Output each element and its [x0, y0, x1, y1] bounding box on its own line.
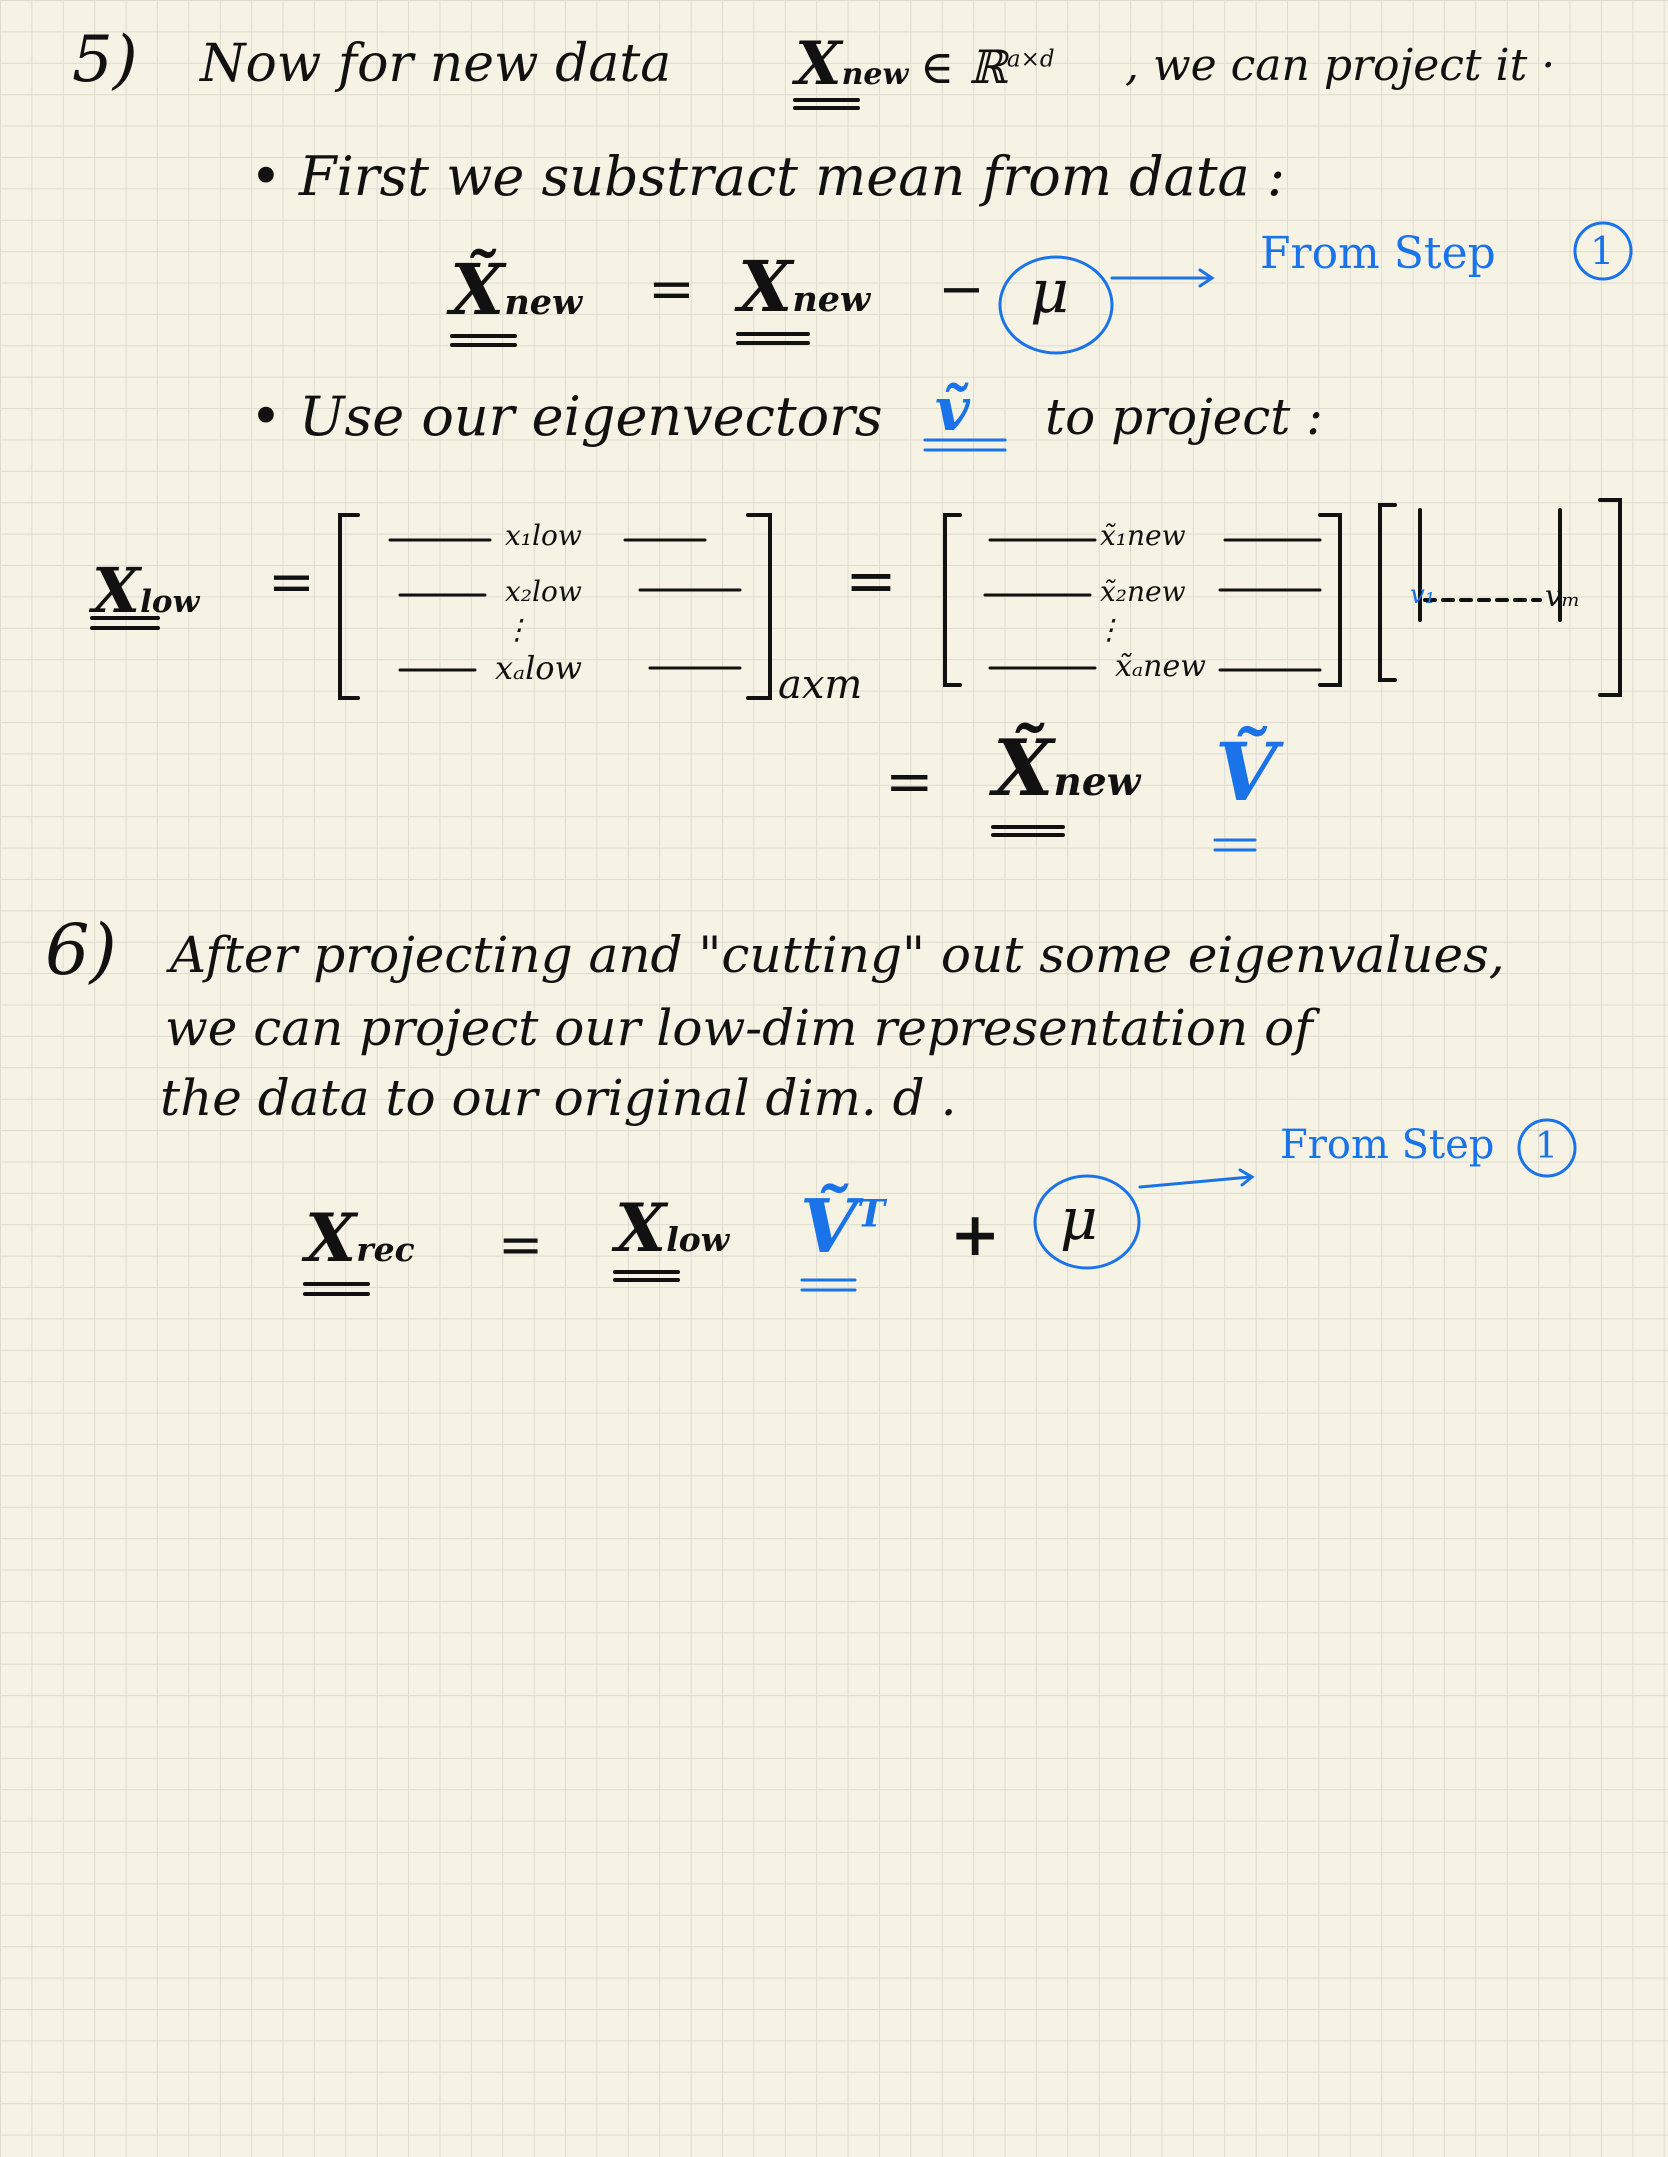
x-low-rhs: Xlow: [615, 1195, 729, 1261]
x-low-symbol: Xlow: [92, 560, 199, 622]
equals-sign-3: =: [845, 544, 897, 617]
dimension-superscript: a×d: [1006, 46, 1055, 73]
x-low-letter: X: [92, 554, 141, 627]
x-new-letter: X: [795, 29, 842, 99]
x-rec-letter: X: [305, 1199, 357, 1277]
x-tilde-new-result: X̃new: [993, 730, 1140, 808]
v-tilde-letter: Ṽ: [800, 1184, 858, 1270]
v-tilde-transpose: ṼT: [800, 1190, 885, 1264]
row-x2-new: x̃₂new: [1100, 575, 1186, 608]
x-new-subscript: new: [841, 57, 909, 92]
row-x1-low: x₁low: [505, 519, 582, 552]
from-step-note-2: From Step: [1280, 1122, 1495, 1168]
step-6-line-3: the data to our original dim. d .: [160, 1069, 957, 1127]
vm-column-label: vₘ: [1545, 579, 1581, 614]
equals-sign-4: =: [885, 747, 934, 815]
handwritten-note-page: 5) Now for new data Xnew ∈ ℝa×d , we can…: [0, 0, 1668, 2157]
x-new-rhs: Xnew: [738, 252, 870, 322]
step-5-text: Now for new data: [200, 34, 672, 94]
x-low-rhs-letter: X: [615, 1189, 667, 1267]
row-x2-low: x₂low: [505, 575, 582, 608]
x-low-rhs-subscript: low: [666, 1220, 730, 1259]
x-new-rhs-subscript: new: [792, 279, 871, 320]
x-low-subscript: low: [140, 584, 200, 620]
step-1-circled-number: 1: [1590, 229, 1615, 273]
x-tilde-subscript: new: [504, 282, 583, 323]
x-new-rhs-letter: X: [738, 245, 793, 328]
vertical-dots-2: ⋮: [1095, 613, 1123, 646]
x-rec-subscript: rec: [356, 1230, 415, 1269]
mu-symbol-2: μ: [1060, 1185, 1098, 1253]
vertical-dots-1: ⋮: [503, 613, 531, 646]
plus-sign: +: [950, 1200, 1001, 1270]
from-step-note-1: From Step: [1260, 228, 1496, 279]
bullet-1-text: • First we substract mean from data :: [250, 145, 1286, 208]
transpose-superscript: T: [857, 1191, 885, 1236]
bullet-2-text: • Use our eigenvectors: [250, 385, 883, 448]
row-xa-low: xₐlow: [495, 649, 582, 687]
bullet-1-label: First we substract mean from data :: [299, 145, 1286, 208]
in-real-space: ∈ ℝa×d: [920, 44, 1055, 90]
row-x1-new: x̃₁new: [1100, 519, 1186, 552]
step-6-line-2: we can project our low-dim representatio…: [165, 999, 1313, 1057]
bullet-2-text-end: to project :: [1045, 388, 1324, 446]
step-5-number: 5): [72, 23, 138, 97]
x-tilde-new: X̃new: [450, 255, 582, 325]
step-1-circled-number-2: 1: [1535, 1126, 1558, 1167]
x-new-symbol: Xnew: [795, 34, 908, 94]
step-6-line-1: After projecting and "cutting" out some …: [170, 926, 1505, 984]
x-tilde-result-letter: X̃: [993, 723, 1054, 814]
step-6-number: 6): [45, 909, 117, 991]
mu-symbol-1: μ: [1030, 257, 1069, 327]
in-r-symbol: ∈ ℝ: [920, 40, 1007, 94]
matrix-size-label: axm: [778, 662, 863, 708]
x-tilde-result-subscript: new: [1053, 759, 1141, 805]
x-tilde-letter: X̃: [450, 248, 505, 331]
step-5-text-end: , we can project it ·: [1125, 40, 1556, 91]
v-tilde-symbol: ṽ: [935, 375, 970, 445]
bullet-2-label: Use our eigenvectors: [299, 385, 883, 448]
v-tilde-result: Ṽ: [1215, 725, 1278, 819]
equals-sign-5: =: [498, 1213, 544, 1276]
equals-sign-1: =: [648, 257, 695, 322]
row-xa-new: x̃ₐnew: [1115, 649, 1206, 684]
minus-sign: −: [938, 257, 985, 322]
v1-column-label: v₁: [1410, 580, 1436, 610]
equals-sign-2: =: [268, 550, 315, 615]
x-rec-symbol: Xrec: [305, 1205, 415, 1271]
